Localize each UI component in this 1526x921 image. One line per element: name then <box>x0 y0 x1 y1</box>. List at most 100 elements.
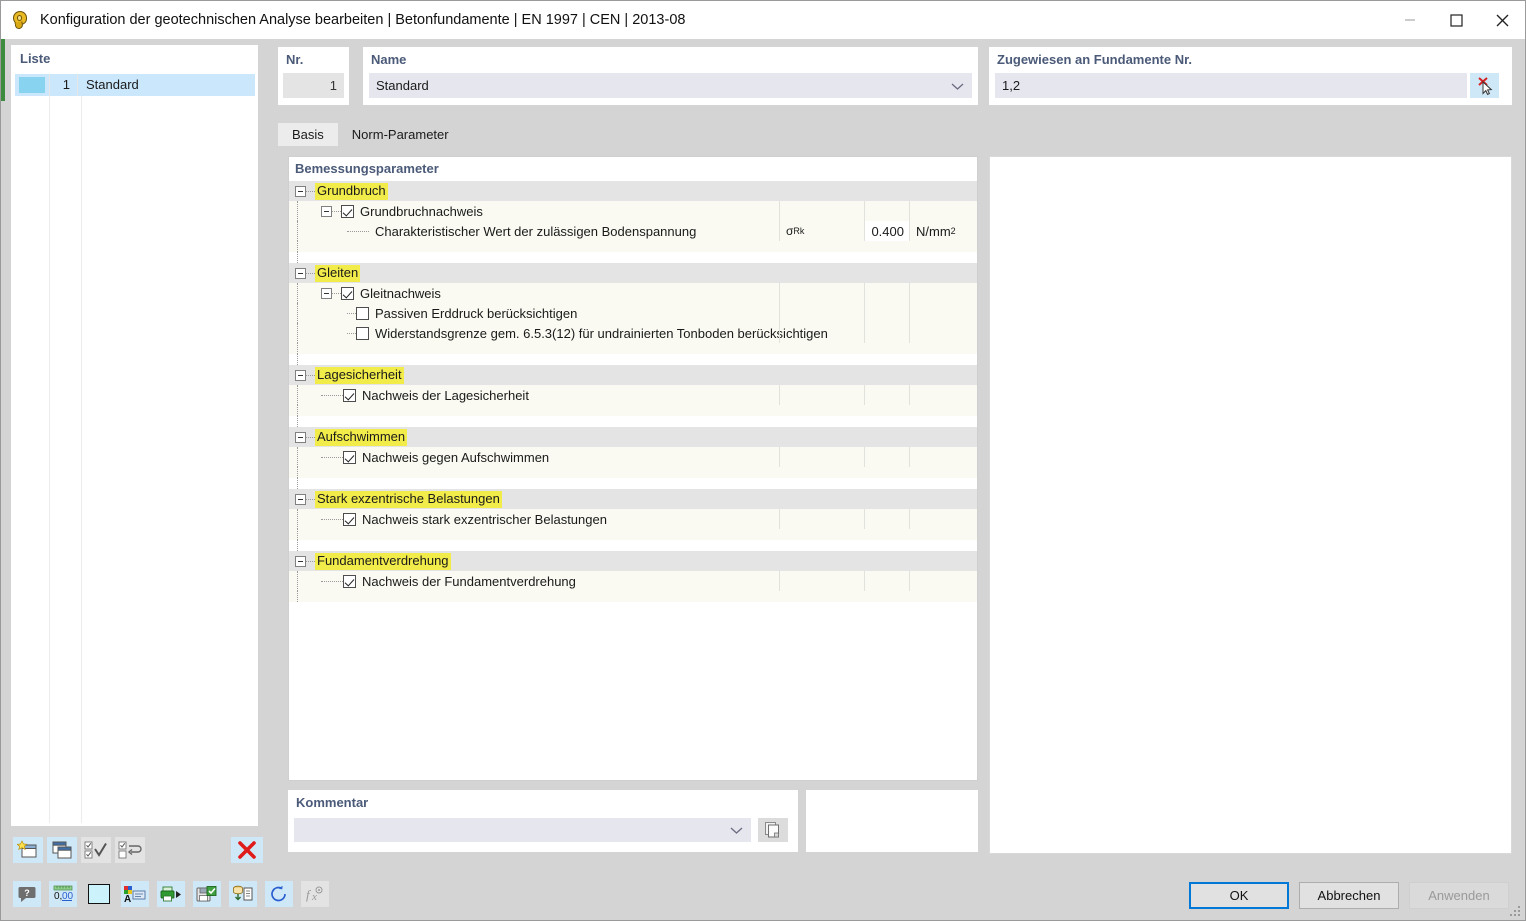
decimal-places-icon[interactable]: 0, 00 <box>49 881 77 907</box>
cancel-button[interactable]: Abbrechen <box>1299 882 1399 909</box>
collapse-icon[interactable] <box>295 185 306 197</box>
tree-check-row[interactable]: Grundbruchnachweis <box>289 201 977 221</box>
collapse-icon[interactable] <box>295 555 306 567</box>
new-window-star-icon[interactable] <box>13 837 43 863</box>
checkbox-stark-exzentrische[interactable] <box>343 512 356 526</box>
tree-group-row[interactable]: Grundbruch <box>289 181 977 201</box>
tree-group-label: Aufschwimmen <box>315 428 408 446</box>
checkbox-passiven-erddruck[interactable] <box>356 306 369 320</box>
parameter-tree-panel: Bemessungsparameter Grundbruch Grundbruc… <box>288 156 978 781</box>
color-swatch-icon[interactable] <box>85 881 113 907</box>
list-box: Liste 1 Standard <box>11 45 258 826</box>
tree-group-label: Fundamentverdrehung <box>315 552 451 570</box>
name-field-box: Name Standard <box>363 47 978 105</box>
tree-row-label: Passiven Erddruck berücksichtigen <box>375 305 578 321</box>
tree-check-row[interactable]: Passiven Erddruck berücksichtigen <box>289 303 977 323</box>
function-icon: f x <box>301 881 329 907</box>
maximize-icon[interactable] <box>1433 1 1479 39</box>
tree-row-label: Nachweis stark exzentrischer Belastungen <box>362 511 607 527</box>
tree-spacer <box>289 540 977 551</box>
tree-spacer <box>289 591 977 602</box>
svg-text:?: ? <box>24 888 30 898</box>
tree-check-row[interactable]: Nachweis gegen Aufschwimmen <box>289 447 977 467</box>
list-item[interactable]: 1 Standard <box>15 74 255 96</box>
toggle-selection-icon[interactable] <box>115 837 145 863</box>
tree-group-row[interactable]: Aufschwimmen <box>289 427 977 447</box>
tree-check-row[interactable]: Gleitnachweis <box>289 283 977 303</box>
comment-combo[interactable] <box>294 818 751 842</box>
save-report-icon[interactable] <box>193 881 221 907</box>
list-panel-label: Liste <box>20 51 51 66</box>
tree-check-row[interactable]: Nachweis der Fundamentverdrehung <box>289 571 977 591</box>
pin-icon <box>11 10 31 30</box>
checkbox-fundamentverdrehung[interactable] <box>343 574 356 588</box>
tab-basis[interactable]: Basis <box>278 123 338 146</box>
tree-group-row[interactable]: Fundamentverdrehung <box>289 551 977 571</box>
tree-group-label: Lagesicherheit <box>315 366 404 384</box>
tree-spacer <box>289 405 977 416</box>
collapse-icon[interactable] <box>321 287 332 299</box>
name-value: Standard <box>376 78 429 93</box>
tree-check-row[interactable]: Nachweis stark exzentrischer Belastungen <box>289 509 977 529</box>
copy-pages-icon[interactable] <box>758 818 788 842</box>
tree-value-row[interactable]: Charakteristischer Wert der zulässigen B… <box>289 221 977 241</box>
tab-norm-parameter[interactable]: Norm-Parameter <box>337 123 463 146</box>
resize-grip[interactable] <box>1510 906 1522 918</box>
printer-icon[interactable] <box>157 881 185 907</box>
symbol-sub: Rk <box>793 226 805 236</box>
checkbox-aufschwimmen[interactable] <box>343 450 356 464</box>
tree-spacer <box>289 241 977 252</box>
checkbox-gleitnachweis[interactable] <box>341 286 354 300</box>
collapse-icon[interactable] <box>295 369 306 381</box>
list-toolbar <box>13 834 263 866</box>
tree-row-label: Nachweis gegen Aufschwimmen <box>362 449 550 465</box>
comment-side-box <box>806 790 978 852</box>
checkbox-widerstandsgrenze[interactable] <box>356 326 369 340</box>
tree-spacer <box>289 416 977 427</box>
collapse-icon[interactable] <box>321 205 332 217</box>
assigned-input[interactable]: 1,2 <box>995 73 1467 98</box>
tree-check-row[interactable]: Nachweis der Lagesicherheit <box>289 385 977 405</box>
bottom-bar: ? 0, 00 A f x OK Abbrechen Anwenden <box>1 873 1525 920</box>
tree-group-row[interactable]: Stark exzentrische Belastungen <box>289 489 977 509</box>
svg-text:A: A <box>124 894 131 903</box>
font-color-icon[interactable]: A <box>121 881 149 907</box>
help-bubble-icon[interactable]: ? <box>13 881 41 907</box>
pick-object-cursor-icon[interactable] <box>1470 73 1499 98</box>
duplicate-window-icon[interactable] <box>47 837 77 863</box>
checkbox-lagesicherheit[interactable] <box>343 388 356 402</box>
tree-group-row[interactable]: Lagesicherheit <box>289 365 977 385</box>
red-x-icon[interactable] <box>231 837 263 863</box>
close-icon[interactable] <box>1479 1 1525 39</box>
checkbox-grundbruchnachweis[interactable] <box>341 204 354 218</box>
preview-panel <box>989 156 1512 854</box>
tab-bar: Basis Norm-Parameter <box>278 123 463 146</box>
collapse-icon[interactable] <box>295 267 306 279</box>
collapse-icon[interactable] <box>295 431 306 443</box>
tree-row-label: Nachweis der Lagesicherheit <box>362 387 529 403</box>
name-combo[interactable]: Standard <box>369 73 972 98</box>
tree-group-row[interactable]: Gleiten <box>289 263 977 283</box>
nr-input[interactable]: 1 <box>283 73 344 98</box>
tree-row-label: Grundbruchnachweis <box>360 203 483 219</box>
tree-group-label: Stark exzentrische Belastungen <box>315 490 502 508</box>
status-toolbar: ? 0, 00 A f x <box>13 881 329 907</box>
comment-box: Kommentar <box>288 790 798 852</box>
name-label: Name <box>371 52 407 67</box>
tree-spacer <box>289 343 977 354</box>
collapse-icon[interactable] <box>295 493 306 505</box>
apply-button: Anwenden <box>1409 882 1509 909</box>
list-body: 1 Standard <box>15 73 255 823</box>
check-all-icon[interactable] <box>81 837 111 863</box>
value-input[interactable]: 0.400 <box>864 221 909 241</box>
ok-button[interactable]: OK <box>1189 882 1289 909</box>
tree-spacer <box>289 354 977 365</box>
export-data-icon[interactable] <box>229 881 257 907</box>
chevron-down-icon <box>730 823 743 838</box>
minimize-icon[interactable] <box>1387 1 1433 39</box>
chevron-down-icon <box>951 73 964 98</box>
nr-field-box: Nr. 1 <box>278 47 349 105</box>
undo-circle-icon[interactable] <box>265 881 293 907</box>
tree-check-row[interactable]: Widerstandsgrenze gem. 6.5.3(12) für und… <box>289 323 977 343</box>
tree-row-label: Gleitnachweis <box>360 285 441 301</box>
